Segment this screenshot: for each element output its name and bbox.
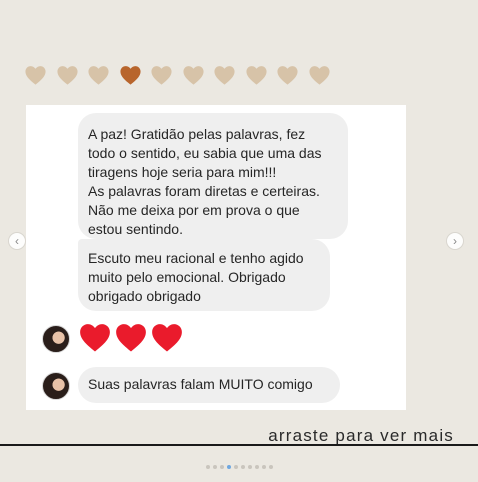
pagination-dot — [268, 464, 273, 469]
heart-icon — [214, 66, 235, 85]
chevron-left-icon: ‹ — [15, 234, 19, 248]
heart-icon — [277, 66, 298, 85]
carousel-next-button[interactable]: › — [446, 232, 464, 250]
pagination-dot — [240, 464, 245, 469]
red-heart-icon — [116, 324, 146, 352]
heart-icon — [182, 66, 204, 85]
heart-icon — [151, 66, 172, 85]
heart-rating-row — [24, 64, 344, 88]
chevron-right-icon: › — [453, 234, 457, 248]
swipe-caption: arraste para ver mais — [268, 426, 454, 445]
pagination-dot-active — [226, 464, 231, 469]
red-heart-icon — [152, 324, 182, 352]
sender-avatar — [42, 325, 70, 353]
message-bubble-2: Escuto meu racional e tenho agido muito … — [78, 239, 330, 311]
message-bubble-3: Suas palavras falam MUITO comigo — [78, 367, 340, 403]
pagination-dot — [247, 464, 252, 469]
heart-icon — [245, 66, 267, 85]
heart-icon — [56, 66, 78, 85]
heart-reaction-message — [78, 321, 184, 357]
pagination-dot — [233, 464, 238, 469]
heart-icon — [88, 66, 109, 85]
pagination-dot — [254, 464, 259, 469]
chat-screenshot-card: A paz! Gratidão pelas palavras, fez todo… — [26, 105, 406, 410]
sender-avatar — [42, 372, 70, 400]
carousel-prev-button[interactable]: ‹ — [8, 232, 26, 250]
pagination-dot — [212, 464, 217, 469]
message-bubble-1: A paz! Gratidão pelas palavras, fez todo… — [78, 113, 348, 239]
heart-icon — [308, 66, 330, 85]
post-slide: A paz! Gratidão pelas palavras, fez todo… — [0, 0, 478, 482]
pagination-dot — [261, 464, 266, 469]
divider-line — [0, 444, 478, 446]
carousel-pagination — [0, 464, 478, 470]
heart-icon — [25, 66, 46, 85]
pagination-dot — [219, 464, 224, 469]
red-heart-icon — [80, 324, 110, 352]
heart-icon-highlighted — [119, 66, 141, 85]
pagination-dot — [205, 464, 210, 469]
